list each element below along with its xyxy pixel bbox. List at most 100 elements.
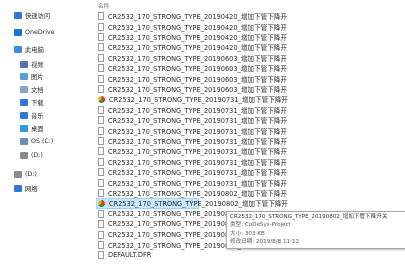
file-tooltip: CR2532_170_STRONG_TYPE_20190802_增加下管下降开关…	[226, 211, 405, 249]
file-row[interactable]: CR2532_170_STRONG_TYPE_20190731_增加下管下降开	[88, 125, 405, 136]
nav-item[interactable]: 快速访问	[14, 9, 50, 22]
file-row[interactable]: CR2532_170_STRONG_TYPE_20190731_增加下管下降开	[88, 105, 405, 115]
file-row[interactable]: CR2532_170_STRONG_TYPE_20190731_增加下管下降开	[88, 94, 405, 104]
file-icon	[98, 105, 104, 114]
nav-item-label: 快速访问	[25, 13, 51, 20]
nav-item-label: OS (C:)	[31, 138, 54, 145]
file-icon	[98, 32, 104, 41]
pictures-icon	[20, 73, 28, 80]
file-row[interactable]: CR2532_170_STRONG_TYPE_20190603_增加下管下降开	[88, 53, 405, 63]
nav-item-label: 音乐	[31, 113, 44, 120]
network-icon	[14, 185, 22, 192]
file-row[interactable]: CR2532_170_STRONG_TYPE_20190420_增加下管下降开	[88, 42, 405, 52]
nav-item-label: 图片	[31, 74, 44, 81]
file-row[interactable]: DEFAULT.DFR	[88, 250, 405, 260]
file-row[interactable]: CR2532_170_STRONG_TYPE_20190802_增加下管下降开	[88, 188, 405, 198]
tooltip-modified: 修改日期: 2019/8/8 11:12	[230, 239, 300, 246]
nav-item[interactable]: 下载	[20, 96, 44, 109]
file-name: CR2532_170_STRONG_TYPE_20190731_增加下管下降开	[108, 158, 287, 167]
codesys-project-icon	[98, 199, 105, 207]
file-name: CR2532_170_STRONG_TYPE_20190802_增加下管下降开	[109, 200, 288, 209]
file-name: CR2532_170_STRONG_TYPE_20190420_增加下管下降开	[108, 13, 287, 22]
file-name: CR2532_170_STRONG_TYPE_20190731_增加下管下降开	[108, 169, 287, 178]
drive-icon	[20, 138, 28, 145]
file-row[interactable]: CR2532_170_STRONG_TYPE_20190802_增加下管下降开	[88, 198, 405, 209]
file-icon	[98, 126, 104, 135]
nav-item-label: (D:)	[25, 171, 37, 178]
file-icon	[98, 168, 104, 177]
file-icon	[98, 84, 104, 93]
file-icon	[98, 43, 104, 52]
nav-item[interactable]: (D:)	[20, 149, 43, 162]
nav-item[interactable]: 桌面	[20, 122, 44, 135]
file-icon	[98, 251, 104, 260]
file-name: DEFAULT.DFR	[108, 251, 152, 260]
file-row[interactable]: CR2532_170_STRONG_TYPE_20190731_增加下管下降开	[88, 136, 405, 146]
file-row[interactable]: CR2532_170_STRONG_TYPE_20190731_增加下管下降开	[88, 157, 405, 167]
cloud-icon	[14, 29, 22, 36]
documents-icon	[20, 86, 28, 93]
nav-item-label: (D:)	[31, 152, 43, 159]
file-icon	[98, 64, 104, 73]
file-icon	[98, 116, 104, 125]
download-icon	[20, 99, 28, 106]
video-icon	[20, 61, 28, 68]
codesys-project-icon	[98, 95, 105, 103]
file-row[interactable]: CR2532_170_STRONG_TYPE_20190603_增加下管下降开	[88, 84, 405, 94]
nav-item[interactable]: OneDrive	[14, 26, 55, 39]
file-row[interactable]: CR2532_170_STRONG_TYPE_20190731_增加下管下降开	[88, 115, 405, 125]
file-name: CR2532_170_STRONG_TYPE_20190603_增加下管下降开	[108, 65, 287, 74]
computer-icon	[14, 46, 22, 53]
file-name: CR2532_170_STRONG_TYPE_20190731_增加下管下降开	[108, 127, 287, 136]
file-name: CR2532_170_STRONG_TYPE_20190420_增加下管下降开	[108, 44, 287, 53]
nav-item[interactable]: (D:)	[14, 168, 37, 181]
file-name: CR2532_170_STRONG_TYPE_20190420_增加下管下降开	[108, 33, 287, 42]
file-row[interactable]: CR2532_170_STRONG_TYPE_20190603_增加下管下降开	[88, 73, 405, 84]
file-row[interactable]: CR2532_170_STRONG_TYPE_20190420_增加下管下降开	[88, 32, 405, 42]
nav-item-label: 此电脑	[25, 47, 44, 54]
nav-item[interactable]: 网络	[14, 182, 38, 195]
file-row[interactable]: CR2532_170_STRONG_TYPE_20190603_增加下管下降开	[88, 63, 405, 73]
nav-item-label: 网络	[25, 186, 38, 193]
file-name: CR2532_170_STRONG_TYPE_20190731_增加下管下降开	[108, 148, 287, 157]
file-icon	[98, 188, 104, 197]
file-name: CR2532_170_STRONG_TYPE_20190802_增加下管下降开	[108, 189, 287, 198]
file-row[interactable]: CR2532_170_STRONG_TYPE_20190420_增加下管下降开	[88, 21, 405, 32]
file-icon	[98, 74, 104, 83]
tooltip-size: 大小: 303 KB	[230, 230, 265, 237]
file-icon	[98, 157, 104, 166]
tooltip-filename: CR2532_170_STRONG_TYPE_20190802_增加下管下降开关	[230, 214, 388, 220]
nav-item-label: 桌面	[31, 126, 44, 133]
file-row[interactable]: CR2532_170_STRONG_TYPE_20190420_增加下管下降开	[88, 11, 405, 21]
file-icon	[98, 53, 104, 62]
file-icon	[98, 136, 104, 145]
file-row[interactable]: CR2532_170_STRONG_TYPE_20190731_增加下管下降开	[88, 177, 405, 188]
nav-item-label: 视频	[31, 62, 44, 69]
file-name: CR2532_170_STRONG_TYPE_20190802	[108, 220, 238, 229]
file-name: CR2532_170_STRONG_TYPE_20190603_增加下管下降开	[108, 75, 287, 84]
file-icon	[98, 220, 104, 229]
file-name: CR2532_170_STRONG_TYPE_20190731_增加下管下降开	[108, 179, 287, 188]
nav-item-label: OneDrive	[25, 29, 55, 36]
tooltip-type: 类型: CoDeSys-Project	[230, 222, 291, 229]
file-icon	[98, 12, 104, 21]
file-row[interactable]: CR2532_170_STRONG_TYPE_20190731_增加下管下降开	[88, 146, 405, 156]
nav-item[interactable]: OS (C:)	[20, 135, 53, 148]
file-name: CR2532_170_STRONG_TYPE_20190603_增加下管下降开	[108, 54, 287, 63]
star-icon	[14, 12, 22, 19]
nav-item-label: 下载	[31, 100, 44, 107]
music-icon	[20, 112, 28, 119]
file-icon	[98, 209, 104, 218]
nav-item[interactable]: 音乐	[20, 109, 44, 122]
navigation-pane: 快速访问 OneDrive 此电脑视频图片文档下载音乐桌面 OS (C:) (D:) (D…	[0, 0, 88, 266]
column-header-name[interactable]: 名称	[98, 2, 109, 10]
file-name: CR2532_170_STRONG_TYPE_20190802	[108, 230, 238, 239]
desktop-icon	[20, 125, 28, 132]
file-name: CR2532_170_STRONG_TYPE_20190731_增加下管下降开	[109, 96, 288, 105]
nav-item[interactable]: 图片	[20, 70, 44, 83]
nav-item-label: 文档	[31, 87, 44, 94]
nav-item[interactable]: 文档	[20, 83, 44, 96]
nav-item[interactable]: 此电脑	[14, 43, 44, 56]
file-icon	[98, 147, 104, 156]
file-row[interactable]: CR2532_170_STRONG_TYPE_20190731_增加下管下降开	[88, 167, 405, 177]
